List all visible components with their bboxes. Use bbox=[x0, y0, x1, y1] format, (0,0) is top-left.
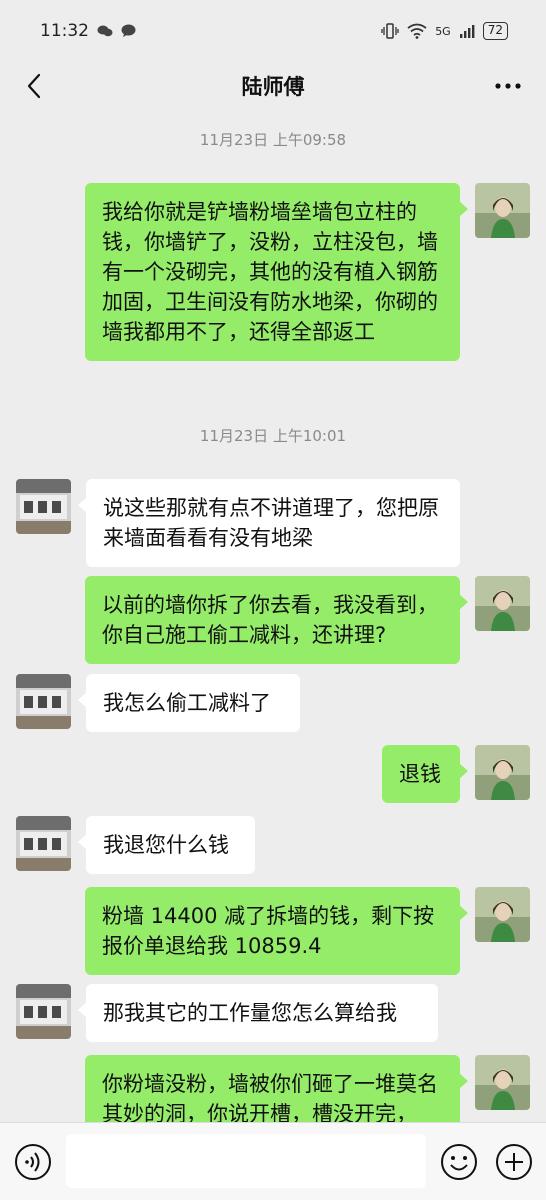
message-bubble-sent[interactable]: 退钱 bbox=[382, 745, 468, 803]
plus-button[interactable] bbox=[495, 1143, 533, 1181]
timestamp: 11月23日 上午10:01 bbox=[199, 427, 347, 445]
message-bubble-received[interactable]: 我怎么偷工减料了 bbox=[78, 674, 300, 732]
message-bubble-received[interactable]: 那我其它的工作量您怎么算给我 bbox=[78, 984, 438, 1042]
message-bubble-received[interactable]: 说这些那就有点不讲道理了，您把原来墙面看看有没有地梁 bbox=[78, 479, 460, 567]
message-bubble-received[interactable]: 我退您什么钱 bbox=[78, 816, 255, 874]
message-bubble-sent[interactable]: 以前的墙你拆了你去看，我没看到，你自己施工偷工减料，还讲理? bbox=[85, 576, 468, 664]
avatar-image bbox=[475, 887, 530, 942]
status-bar: 11:32 5G 72 bbox=[0, 0, 546, 62]
avatar-image bbox=[475, 576, 530, 631]
signal-icon bbox=[459, 25, 475, 38]
vibrate-icon bbox=[381, 23, 399, 39]
status-right: 5G 72 bbox=[381, 22, 508, 40]
plus-icon bbox=[496, 1144, 532, 1180]
avatar-image bbox=[16, 674, 71, 729]
wifi-icon bbox=[407, 23, 427, 39]
voice-button[interactable] bbox=[14, 1143, 52, 1181]
contact-avatar[interactable] bbox=[16, 674, 71, 729]
message-bubble-sent[interactable]: 我给你就是铲墙粉墙垒墙包立柱的钱，你墙铲了，没粉，立柱没包，墙有一个没砌完，其他… bbox=[85, 183, 468, 361]
my-avatar[interactable] bbox=[475, 1055, 530, 1110]
avatar-image bbox=[16, 479, 71, 534]
network-type: 5G bbox=[435, 24, 451, 38]
my-avatar[interactable] bbox=[475, 183, 530, 238]
more-button[interactable] bbox=[488, 68, 528, 104]
contact-avatar[interactable] bbox=[16, 479, 71, 534]
chat-area[interactable]: 11月23日 上午09:58 我给你就是铲墙粉墙垒墙包立柱的钱，你墙铲了，没粉，… bbox=[0, 112, 546, 1122]
my-avatar[interactable] bbox=[475, 745, 530, 800]
my-avatar[interactable] bbox=[475, 576, 530, 631]
avatar-image bbox=[16, 984, 71, 1039]
status-time: 11:32 bbox=[40, 21, 89, 41]
message-bubble-sent[interactable]: 粉墙 14400 减了拆墙的钱，剩下按报价单退给我 10859.4 bbox=[85, 887, 468, 975]
chat-title: 陆师傅 bbox=[241, 75, 305, 99]
more-horizontal-icon bbox=[495, 83, 521, 89]
input-bar bbox=[0, 1122, 546, 1200]
my-avatar[interactable] bbox=[475, 887, 530, 942]
avatar-image bbox=[475, 1055, 530, 1110]
avatar-image bbox=[16, 816, 71, 871]
nav-bar: 陆师傅 bbox=[0, 62, 546, 112]
contact-avatar[interactable] bbox=[16, 816, 71, 871]
contact-avatar[interactable] bbox=[16, 984, 71, 1039]
message-notification-icon bbox=[121, 24, 136, 37]
avatar-image bbox=[475, 183, 530, 238]
message-bubble-sent[interactable]: 你粉墙没粉，墙被你们砸了一堆莫名其妙的洞，你说开槽，槽没开完， bbox=[85, 1055, 468, 1122]
battery-indicator: 72 bbox=[482, 22, 508, 40]
timestamp: 11月23日 上午09:58 bbox=[199, 131, 347, 149]
voice-icon bbox=[15, 1144, 51, 1180]
message-input[interactable] bbox=[66, 1134, 426, 1188]
status-left: 11:32 bbox=[40, 21, 136, 41]
emoji-button[interactable] bbox=[440, 1143, 478, 1181]
wechat-notification-icon bbox=[97, 25, 113, 37]
emoji-icon bbox=[441, 1144, 477, 1180]
avatar-image bbox=[475, 745, 530, 800]
